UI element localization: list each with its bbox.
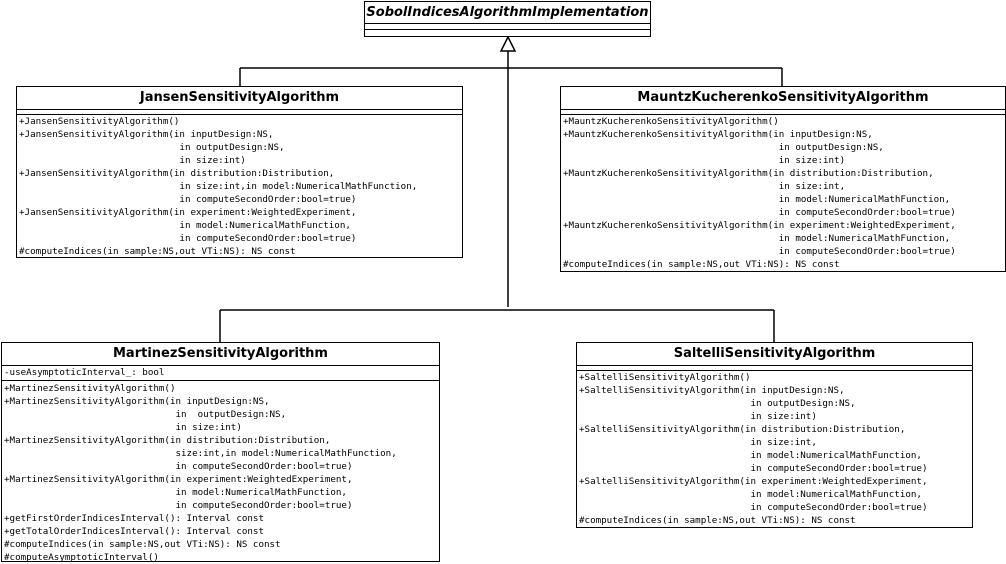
- operation: in size:int,: [563, 181, 846, 192]
- operation: +SaltelliSensitivityAlgorithm(in experim…: [579, 476, 928, 487]
- operation: in outputDesign:NS,: [19, 142, 285, 153]
- operation: in model:NumericalMathFunction,: [563, 233, 951, 244]
- class-name: MauntzKucherenkoSensitivityAlgorithm: [561, 87, 1005, 110]
- class-name: MartinezSensitivityAlgorithm: [2, 343, 439, 366]
- operation: +SaltelliSensitivityAlgorithm(): [579, 372, 751, 383]
- operation: in size:int,: [579, 437, 817, 448]
- operations-compartment: +MauntzKucherenkoSensitivityAlgorithm() …: [561, 115, 1005, 271]
- operation: #computeIndices(in sample:NS,out VTi:NS)…: [4, 539, 281, 550]
- operation: +SaltelliSensitivityAlgorithm(in distrib…: [579, 424, 906, 435]
- generalization-arrowhead: [499, 35, 517, 52]
- operation: +MauntzKucherenkoSensitivityAlgorithm(in…: [563, 129, 873, 140]
- class-name: JansenSensitivityAlgorithm: [17, 87, 462, 110]
- operation: in size:int): [19, 155, 246, 166]
- class-sobol-indices-algorithm-implementation[interactable]: SobolIndicesAlgorithmImplementation: [364, 1, 651, 37]
- attribute: -useAsymptoticInterval_: bool: [4, 367, 165, 378]
- operation: +MartinezSensitivityAlgorithm(in distrib…: [4, 435, 331, 446]
- operation: +MauntzKucherenkoSensitivityAlgorithm(in…: [563, 220, 956, 231]
- operation: in model:NumericalMathFunction,: [563, 194, 951, 205]
- operation: +MartinezSensitivityAlgorithm(in inputDe…: [4, 396, 270, 407]
- operations-compartment: +SaltelliSensitivityAlgorithm() +Saltell…: [577, 371, 972, 527]
- operations-compartment: +MartinezSensitivityAlgorithm() +Martine…: [2, 381, 439, 564]
- operation: #computeAsymptoticInterval(): [4, 552, 159, 563]
- attributes-compartment: -useAsymptoticInterval_: bool: [2, 366, 439, 381]
- operation: in computeSecondOrder:bool=true): [4, 461, 353, 472]
- operation: in outputDesign:NS,: [4, 409, 287, 420]
- operation: +MartinezSensitivityAlgorithm(in experim…: [4, 474, 353, 485]
- operation: in computeSecondOrder:bool=true): [4, 500, 353, 511]
- operation: in computeSecondOrder:bool=true): [579, 502, 928, 513]
- operation: in computeSecondOrder:bool=true): [563, 246, 956, 257]
- operation: size:int,in model:NumericalMathFunction,: [4, 448, 397, 459]
- operation: +JansenSensitivityAlgorithm(in distribut…: [19, 168, 335, 179]
- operation: in model:NumericalMathFunction,: [4, 487, 347, 498]
- operation: in computeSecondOrder:bool=true): [19, 233, 357, 244]
- operation: in model:NumericalMathFunction,: [19, 220, 351, 231]
- class-name: SaltelliSensitivityAlgorithm: [577, 343, 972, 366]
- operation: +SaltelliSensitivityAlgorithm(in inputDe…: [579, 385, 845, 396]
- operation: +MauntzKucherenkoSensitivityAlgorithm(in…: [563, 168, 934, 179]
- operation: in model:NumericalMathFunction,: [579, 489, 922, 500]
- operation: in size:int): [563, 155, 846, 166]
- operations-compartment: +JansenSensitivityAlgorithm() +JansenSen…: [17, 115, 462, 258]
- operation: #computeIndices(in sample:NS,out VTi:NS)…: [579, 515, 856, 526]
- operation: +MauntzKucherenkoSensitivityAlgorithm(): [563, 116, 779, 127]
- operation: in computeSecondOrder:bool=true): [19, 194, 357, 205]
- operation: in size:int): [4, 422, 242, 433]
- operation: in size:int,in model:NumericalMathFuncti…: [19, 181, 418, 192]
- operation: in model:NumericalMathFunction,: [579, 450, 922, 461]
- class-jansen-sensitivity-algorithm[interactable]: JansenSensitivityAlgorithm +JansenSensit…: [16, 86, 463, 258]
- class-martinez-sensitivity-algorithm[interactable]: MartinezSensitivityAlgorithm -useAsympto…: [1, 342, 440, 564]
- operation: in computeSecondOrder:bool=true): [579, 463, 928, 474]
- operation: in outputDesign:NS,: [579, 398, 856, 409]
- operation: +JansenSensitivityAlgorithm(in inputDesi…: [19, 129, 274, 140]
- operation: #computeIndices(in sample:NS,out VTi:NS)…: [19, 246, 296, 257]
- operation: #computeIndices(in sample:NS,out VTi:NS)…: [563, 259, 840, 270]
- operation: in size:int): [579, 411, 817, 422]
- operation: +MartinezSensitivityAlgorithm(): [4, 383, 176, 394]
- operation: +getFirstOrderIndicesInterval(): Interva…: [4, 513, 264, 524]
- operations-compartment: [365, 30, 650, 36]
- operation: in outputDesign:NS,: [563, 142, 884, 153]
- class-mauntz-kucherenko-sensitivity-algorithm[interactable]: MauntzKucherenkoSensitivityAlgorithm +Ma…: [560, 86, 1006, 272]
- operation: +JansenSensitivityAlgorithm(in experimen…: [19, 207, 357, 218]
- class-name: SobolIndicesAlgorithmImplementation: [365, 2, 650, 24]
- operation: +getTotalOrderIndicesInterval(): Interva…: [4, 526, 264, 537]
- operation: in computeSecondOrder:bool=true): [563, 207, 956, 218]
- class-saltelli-sensitivity-algorithm[interactable]: SaltelliSensitivityAlgorithm +SaltelliSe…: [576, 342, 973, 528]
- operation: +JansenSensitivityAlgorithm(): [19, 116, 180, 127]
